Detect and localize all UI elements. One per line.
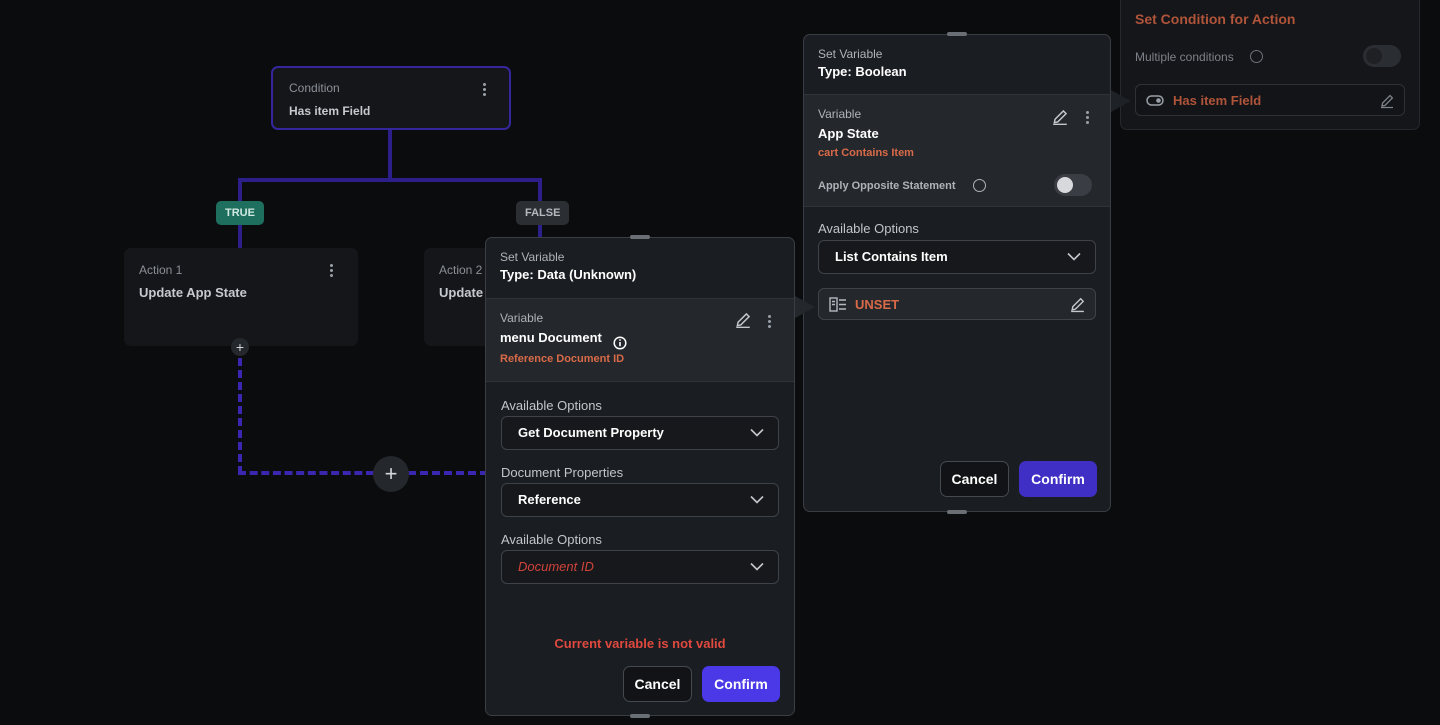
edit-icon[interactable] [734,311,752,329]
unset-value-chip[interactable]: UNSET [818,288,1096,320]
available-options-value: Get Document Property [518,425,664,440]
info-icon [973,179,986,192]
action-node-1[interactable]: Action 1 Update App State [124,248,358,346]
info-icon[interactable] [613,336,627,350]
drag-handle[interactable] [947,32,967,36]
available-options-select[interactable]: Get Document Property [501,416,779,450]
add-action-icon[interactable]: + [231,338,249,356]
available-options-value: List Contains Item [835,249,948,264]
panel-header: Set Variable Type: Data (Unknown) [486,238,794,299]
kebab-menu-icon[interactable] [768,315,772,329]
panel-header: Set Variable Type: Boolean [804,35,1110,95]
dashed-connector [238,358,242,474]
document-id-value: Document ID [518,559,594,574]
data-set-variable-panel: Set Variable Type: Data (Unknown) Variab… [485,235,795,718]
unset-value: UNSET [855,297,900,312]
variable-box: Variable menu Document Reference Documen… [486,299,794,382]
condition-chip-label: Has item Field [1173,93,1262,108]
panel-pointer [795,296,815,318]
chevron-down-icon [1067,252,1081,261]
opposite-statement-label: Apply Opposite Statement [818,180,956,192]
available-options-label: Available Options [501,398,602,413]
available-options-label: Available Options [501,532,602,547]
opposite-statement-toggle[interactable] [1054,174,1092,196]
variable-box: Variable App State cart Contains Item Ap… [804,95,1110,207]
dashed-connector [238,471,374,475]
header-type: Type: Boolean [818,64,907,79]
available-options-select[interactable]: List Contains Item [818,240,1096,274]
variable-name: menu Document [500,330,602,345]
confirm-button[interactable]: Confirm [702,666,780,702]
toggle-icon [1146,95,1164,106]
condition-node-label: Condition [289,81,340,95]
document-id-select[interactable]: Document ID [501,550,779,584]
edit-icon[interactable] [1051,108,1069,126]
edit-icon[interactable] [1379,93,1395,109]
multiple-conditions-label: Multiple conditions [1135,50,1234,64]
condition-node-title: Has item Field [289,104,371,118]
action-node-title: Update App State [139,285,247,300]
chevron-down-icon [750,495,764,504]
connector-line [388,130,392,182]
kebab-menu-icon[interactable] [483,83,487,97]
false-branch-pill: FALSE [516,201,570,225]
confirm-button[interactable]: Confirm [1019,461,1097,497]
condition-node[interactable]: Condition Has item Field [271,66,511,130]
document-properties-select[interactable]: Reference [501,483,779,517]
header-small: Set Variable [818,47,883,61]
drag-handle[interactable] [630,235,650,239]
chevron-down-icon [750,428,764,437]
document-properties-value: Reference [518,492,581,507]
drag-handle[interactable] [630,714,650,718]
cancel-button[interactable]: Cancel [623,666,692,702]
kebab-menu-icon[interactable] [1086,111,1090,125]
variable-name: App State [818,126,879,141]
cancel-button[interactable]: Cancel [940,461,1009,497]
drag-handle[interactable] [947,510,967,514]
set-condition-title: Set Condition for Action [1135,11,1296,27]
chevron-down-icon [750,562,764,571]
set-condition-panel: Set Condition for Action Multiple condit… [1120,0,1420,130]
variable-reference: cart Contains Item [818,147,914,159]
connector-line [238,178,542,182]
variable-reference: Reference Document ID [500,353,625,365]
available-options-label: Available Options [818,221,919,236]
condition-chip[interactable]: Has item Field [1135,84,1405,116]
dashed-connector [408,471,488,475]
panel-pointer [1111,90,1131,112]
document-field-icon [829,297,846,312]
spacer [734,373,735,374]
multiple-conditions-toggle[interactable] [1363,45,1401,67]
error-message: Current variable is not valid [554,636,726,651]
header-small: Set Variable [500,250,565,264]
add-step-icon[interactable]: + [373,456,409,492]
info-icon [1250,50,1263,63]
document-properties-label: Document Properties [501,465,624,480]
kebab-menu-icon[interactable] [330,264,334,278]
boolean-set-variable-panel: Set Variable Type: Boolean Variable App … [803,32,1111,514]
true-branch-pill: TRUE [216,201,264,225]
edit-icon[interactable] [1069,296,1086,313]
action-node-label: Action 1 [139,263,183,277]
header-type: Type: Data (Unknown) [500,267,637,282]
